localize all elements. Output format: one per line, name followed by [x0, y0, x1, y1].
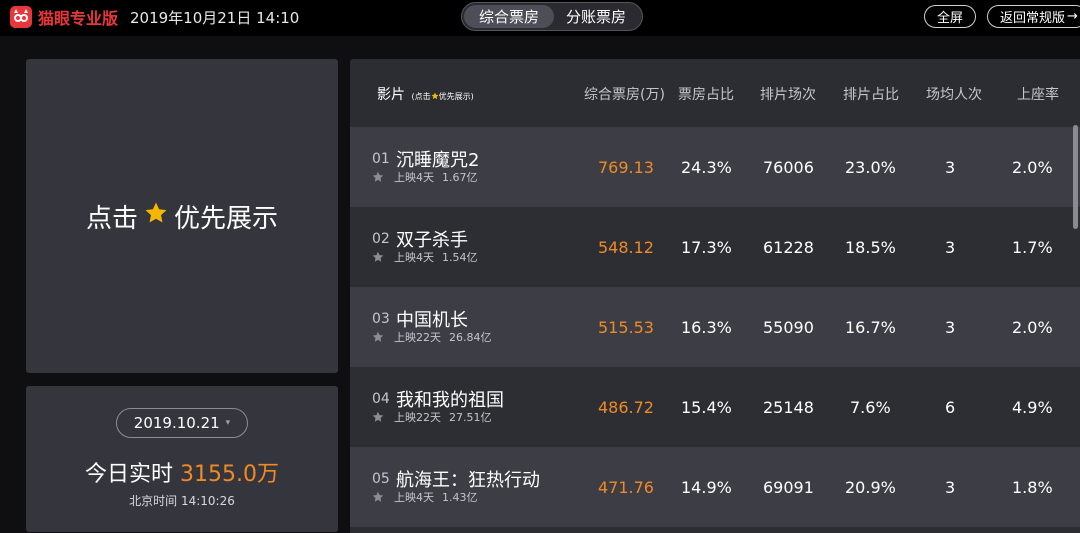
- row-days: 上映22天: [394, 411, 441, 424]
- row-total: 26.84亿: [449, 331, 492, 344]
- header-box-share[interactable]: 票房占比: [678, 84, 734, 104]
- table-row[interactable]: 03 中国机长 上映22天 26.84亿 515.53 16.3% 55090 …: [350, 287, 1080, 367]
- date-selector[interactable]: 2019.10.21 ▾: [116, 408, 248, 438]
- row-occupancy: 2.0%: [1012, 158, 1053, 177]
- row-occupancy: 1.7%: [1012, 238, 1053, 257]
- return-normal-button[interactable]: 返回常规版 →: [987, 5, 1080, 28]
- row-rank: 01: [372, 151, 390, 167]
- row-box-share: 24.3%: [681, 158, 732, 177]
- row-box-office: 769.13: [598, 158, 654, 177]
- table-row[interactable]: 01 沉睡魔咒2 上映4天 1.67亿 769.13 24.3% 76006 2…: [350, 127, 1080, 207]
- star-outline-icon[interactable]: [372, 251, 384, 263]
- row-total: 1.43亿: [442, 491, 478, 504]
- header-show-share[interactable]: 排片占比: [843, 84, 899, 104]
- row-shows: 69091: [763, 478, 814, 497]
- row-show-share: 18.5%: [845, 238, 896, 257]
- row-rank: 04: [372, 391, 390, 407]
- row-occupancy: 2.0%: [1012, 318, 1053, 337]
- row-meta: 上映22天 27.51亿: [372, 409, 492, 425]
- row-shows: 25148: [763, 398, 814, 417]
- row-avg-attendance: 3: [945, 238, 956, 257]
- tab-split-box-office[interactable]: 分账票房: [554, 5, 638, 28]
- row-occupancy: 1.8%: [1012, 478, 1053, 497]
- row-show-share: 7.6%: [850, 398, 891, 417]
- row-meta: 上映4天 1.43亿: [372, 489, 478, 505]
- table-row[interactable]: 04 我和我的祖国 上映22天 27.51亿 486.72 15.4% 2514…: [350, 367, 1080, 447]
- star-outline-icon[interactable]: [372, 491, 384, 503]
- row-total: 1.67亿: [442, 171, 478, 184]
- header-datetime: 2019年10月21日 14:10: [130, 9, 300, 27]
- table-row[interactable]: 05 航海王：狂热行动 上映4天 1.43亿 471.76 14.9% 6909…: [350, 447, 1080, 527]
- header-avg-attendance[interactable]: 场均人次: [926, 84, 982, 104]
- logo-text: 猫眼专业版: [38, 9, 119, 28]
- row-avg-attendance: 3: [945, 478, 956, 497]
- row-occupancy: 4.9%: [1012, 398, 1053, 417]
- row-show-share: 16.7%: [845, 318, 896, 337]
- top-bar: 猫眼专业版 2019年10月21日 14:10 综合票房 分账票房 全屏 返回常…: [0, 0, 1080, 36]
- row-days: 上映4天: [394, 251, 434, 264]
- arrow-right-icon: →: [1067, 9, 1078, 24]
- row-total: 27.51亿: [449, 411, 492, 424]
- maoyan-logo[interactable]: 猫眼专业版: [10, 5, 118, 29]
- table-header: 影片 (点击 优先展示) 综合票房(万) 票房占比 排片场次 排片占比 场均人次 …: [350, 59, 1080, 127]
- tab-combined-box-office[interactable]: 综合票房: [464, 5, 554, 28]
- row-box-office: 515.53: [598, 318, 654, 337]
- row-days: 上映4天: [394, 491, 434, 504]
- row-shows: 61228: [763, 238, 814, 257]
- priority-display-panel[interactable]: 点击 优先展示: [26, 59, 338, 373]
- today-amount: 3155.0万: [180, 462, 279, 487]
- header-occupancy[interactable]: 上座率: [1017, 84, 1059, 104]
- row-box-share: 16.3%: [681, 318, 732, 337]
- star-outline-icon[interactable]: [372, 331, 384, 343]
- cat-logo-icon: [10, 6, 32, 28]
- row-days: 上映4天: [394, 171, 434, 184]
- row-box-office: 548.12: [598, 238, 654, 257]
- row-rank: 03: [372, 311, 390, 327]
- star-outline-icon[interactable]: [372, 171, 384, 183]
- return-normal-label: 返回常规版: [1000, 11, 1066, 26]
- box-office-tabs: 综合票房 分账票房: [461, 2, 643, 31]
- row-total: 1.54亿: [442, 251, 478, 264]
- header-film-hint: (点击 优先展示): [411, 92, 474, 101]
- caret-down-icon: ▾: [225, 418, 231, 428]
- box-office-table: 影片 (点击 优先展示) 综合票房(万) 票房占比 排片场次 排片占比 场均人次 …: [350, 59, 1080, 533]
- priority-text-before: 点击: [85, 203, 138, 234]
- beijing-time: 北京时间 14:10:26: [129, 494, 235, 508]
- row-shows: 76006: [763, 158, 814, 177]
- row-show-share: 23.0%: [845, 158, 896, 177]
- table-scrollbar[interactable]: [1073, 125, 1078, 229]
- today-label: 今日实时: [85, 462, 174, 487]
- header-box-office[interactable]: 综合票房(万): [584, 84, 665, 104]
- priority-text-after: 优先展示: [174, 203, 279, 234]
- row-avg-attendance: 3: [945, 158, 956, 177]
- row-meta: 上映22天 26.84亿: [372, 329, 492, 345]
- header-film-label: 影片: [377, 87, 405, 103]
- today-realtime-panel: 2019.10.21 ▾ 今日实时 3155.0万 北京时间 14:10:26: [26, 386, 338, 532]
- fullscreen-button[interactable]: 全屏: [924, 5, 976, 28]
- row-shows: 55090: [763, 318, 814, 337]
- header-shows[interactable]: 排片场次: [760, 84, 816, 104]
- star-icon: [144, 201, 168, 232]
- row-meta: 上映4天 1.54亿: [372, 249, 478, 265]
- row-box-share: 15.4%: [681, 398, 732, 417]
- row-rank: 02: [372, 231, 390, 247]
- small-star-icon: [431, 92, 439, 100]
- table-row[interactable]: 02 双子杀手 上映4天 1.54亿 548.12 17.3% 61228 18…: [350, 207, 1080, 287]
- header-film: 影片 (点击 优先展示): [377, 84, 474, 104]
- star-outline-icon[interactable]: [372, 411, 384, 423]
- row-box-share: 17.3%: [681, 238, 732, 257]
- row-avg-attendance: 3: [945, 318, 956, 337]
- date-selector-value: 2019.10.21: [133, 414, 220, 432]
- row-show-share: 20.9%: [845, 478, 896, 497]
- today-total-line: 今日实时 3155.0万: [26, 456, 338, 488]
- row-box-share: 14.9%: [681, 478, 732, 497]
- row-meta: 上映4天 1.67亿: [372, 169, 478, 185]
- row-rank: 05: [372, 471, 390, 487]
- row-days: 上映22天: [394, 331, 441, 344]
- row-avg-attendance: 6: [945, 398, 956, 417]
- row-box-office: 486.72: [598, 398, 654, 417]
- row-box-office: 471.76: [598, 478, 654, 497]
